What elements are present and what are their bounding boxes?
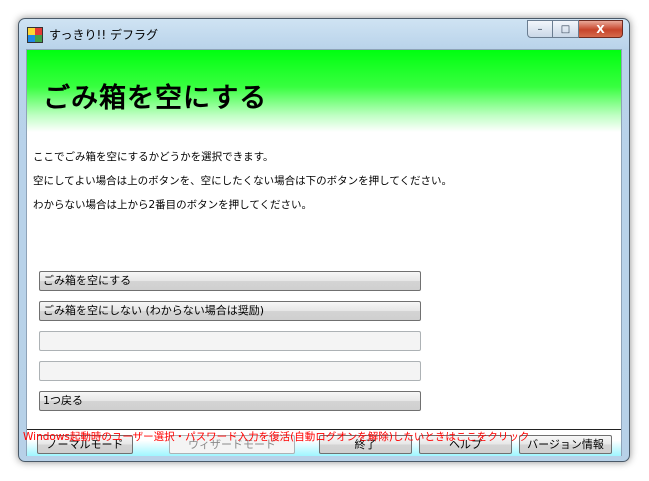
blank-choice-button [39, 331, 421, 351]
maximize-button[interactable]: □ [553, 20, 579, 38]
page-header: ごみ箱を空にする [27, 50, 621, 132]
maximize-icon: □ [560, 23, 571, 35]
description-line-1: ここでごみ箱を空にするかどうかを選択できます。 [33, 151, 274, 163]
close-button[interactable]: X [579, 20, 623, 38]
window-title: すっきり!! デフラグ [49, 28, 158, 42]
close-icon: X [596, 22, 605, 36]
client-area: ごみ箱を空にする ここでごみ箱を空にするかどうかを選択できます。 空にしてよい場… [26, 49, 622, 456]
minimize-icon: – [537, 23, 543, 35]
empty-recycle-bin-button[interactable]: ごみ箱を空にする [39, 271, 421, 291]
page-title: ごみ箱を空にする [43, 83, 268, 114]
title-bar[interactable]: すっきり!! デフラグ – □ X [19, 19, 629, 49]
description-line-2: 空にしてよい場合は上のボタンを、空にしたくない場合は下のボタンを押してください。 [33, 175, 453, 187]
keep-recycle-bin-button[interactable]: ごみ箱を空にしない (わからない場合は奨励) [39, 301, 421, 321]
back-button[interactable]: 1つ戻る [39, 391, 421, 411]
app-window: すっきり!! デフラグ – □ X ごみ箱を空にする ここでごみ箱を空にするかど… [18, 18, 630, 462]
window-controls: – □ X [527, 20, 623, 38]
auto-logon-notice-link[interactable]: Windows起動時のユーザー選択・パスワード入力を復活(自動ログオンを解除)し… [23, 429, 529, 444]
app-icon[interactable] [27, 27, 43, 43]
blank-choice-button [39, 361, 421, 381]
minimize-button[interactable]: – [527, 20, 553, 38]
description-line-3: わからない場合は上から2番目のボタンを押してください。 [33, 199, 313, 211]
version-info-button[interactable]: バージョン情報 [519, 435, 612, 454]
